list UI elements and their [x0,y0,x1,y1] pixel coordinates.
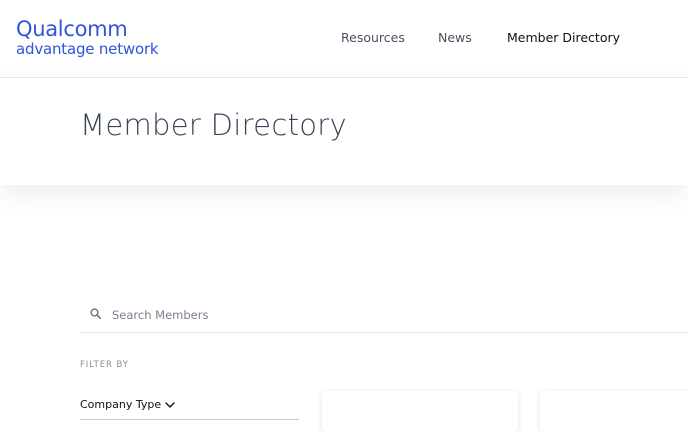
nav-member-directory[interactable]: Member Directory [507,30,620,45]
site-header: Qualcomm advantage network Resources New… [0,0,688,78]
search-icon[interactable] [89,307,103,321]
page-hero: Member Directory [0,78,688,185]
nav-news[interactable]: News [438,30,472,45]
company-type-dropdown[interactable]: Company Type [80,396,299,420]
nav-resources[interactable]: Resources [341,30,405,45]
search-bar [80,300,688,333]
logo-tagline: advantage network [16,40,159,58]
member-card[interactable] [540,391,688,431]
page-title: Member Directory [80,108,347,142]
chevron-down-icon [165,402,175,408]
member-card[interactable] [322,391,518,431]
company-type-label: Company Type [80,398,162,411]
filter-by-label: FILTER BY [80,360,129,370]
logo-wordmark: Qualcomm [16,17,128,41]
search-input[interactable] [110,304,674,326]
qualcomm-logo[interactable]: Qualcomm advantage network [16,17,159,58]
